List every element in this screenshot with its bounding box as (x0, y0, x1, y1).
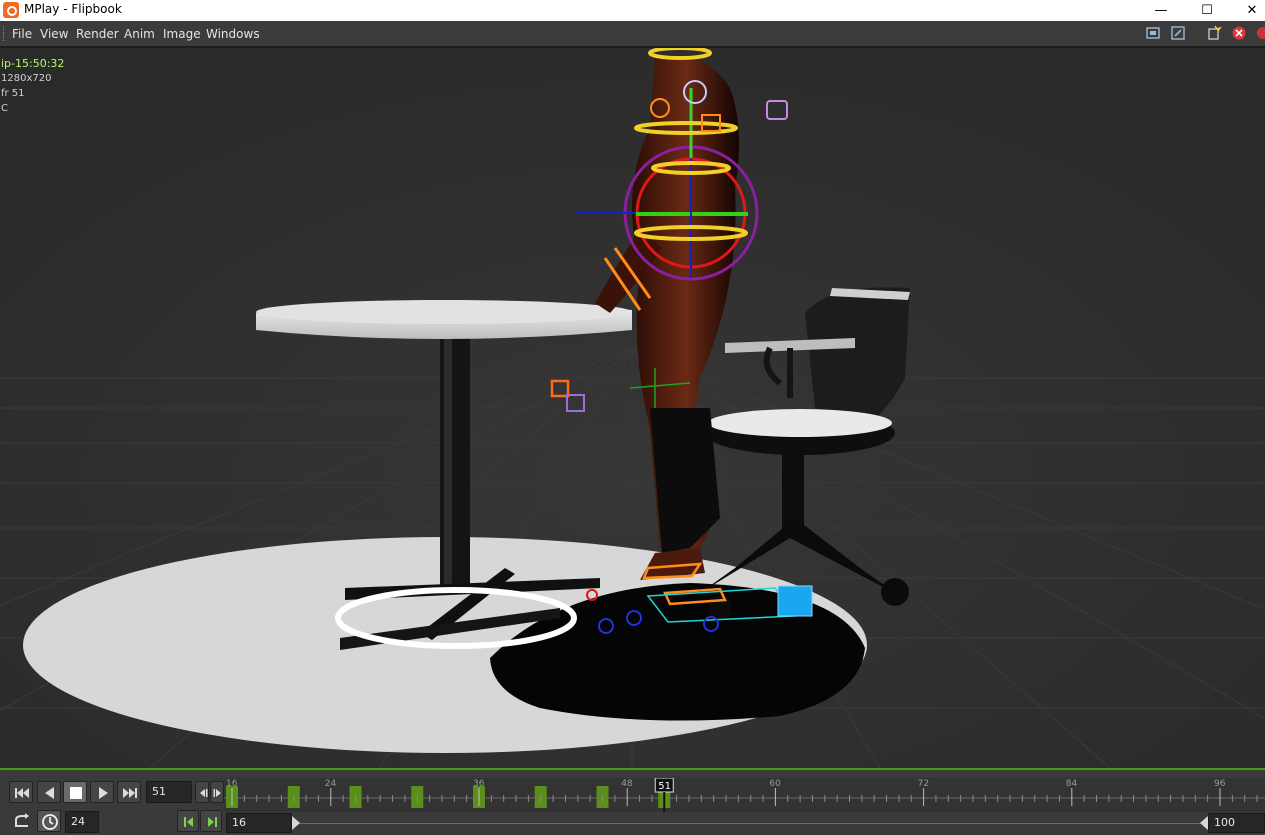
menu-windows[interactable]: Windows (206, 27, 260, 41)
menu-view[interactable]: View (40, 27, 68, 41)
close-button[interactable]: ✕ (1229, 0, 1265, 21)
range-start-handle[interactable] (292, 816, 300, 830)
range-start-field[interactable]: 16 (226, 813, 292, 833)
zoom-fit-icon[interactable] (1145, 25, 1161, 41)
overlay-timestamp: ip-15:50:32 (1, 57, 65, 70)
timeline-tick-label: 48 (621, 779, 633, 789)
menu-render[interactable]: Render (76, 27, 119, 41)
range-end-handle[interactable] (1200, 816, 1208, 830)
set-range-start-button[interactable] (177, 810, 199, 832)
play-forward-button[interactable] (90, 781, 114, 803)
playback-bar: 51 16 24 36 48 60 72 84 96 51 24 16 100 (0, 768, 1265, 835)
houdini-app-icon (3, 2, 19, 18)
range-end-icon (208, 817, 217, 827)
overlay-channel: C (1, 103, 8, 114)
step-forward-icon (213, 789, 221, 797)
toolbar-grip[interactable] (3, 26, 7, 41)
window-title: MPlay - Flipbook (24, 2, 122, 16)
go-to-start-button[interactable] (9, 781, 33, 803)
timeline-tick-label: 96 (1214, 779, 1226, 789)
play-backward-button[interactable] (37, 781, 61, 803)
menu-image[interactable]: Image (163, 27, 201, 41)
timeline-tick-label: 16 (226, 779, 238, 789)
timeline-tick-label: 84 (1066, 779, 1078, 789)
overlay-frame: fr 51 (1, 88, 25, 99)
playhead-frame-label: 51 (658, 781, 671, 792)
set-range-end-button[interactable] (200, 810, 222, 832)
timeline-scrubber[interactable]: 16 24 36 48 60 72 84 96 51 (224, 777, 1265, 812)
stop-render-icon[interactable] (1231, 25, 1247, 41)
current-frame-field[interactable]: 51 (146, 781, 192, 803)
play-reverse-icon (45, 787, 54, 799)
snapshot-icon[interactable] (1206, 25, 1222, 41)
timeline-tick-label: 36 (473, 779, 485, 789)
play-icon (99, 787, 108, 799)
skip-end-icon (123, 788, 137, 798)
skip-start-icon (15, 788, 29, 798)
window-titlebar: MPlay - Flipbook — ☐ ✕ (0, 0, 1265, 21)
fps-field[interactable]: 24 (65, 811, 99, 833)
step-back-button[interactable] (195, 781, 209, 803)
loop-icon (15, 813, 29, 827)
flipbook-viewport[interactable]: ip-15:50:32 1280x720 fr 51 C (0, 48, 1265, 768)
clock-icon (42, 814, 58, 830)
menu-file[interactable]: File (12, 27, 32, 41)
menu-bar: File View Render Anim Image Windows (0, 21, 1265, 48)
stop-icon (70, 787, 82, 799)
timeline-tick-label: 72 (918, 779, 929, 789)
go-to-end-button[interactable] (117, 781, 141, 803)
range-start-icon (184, 817, 193, 827)
loop-mode-button[interactable] (9, 810, 33, 832)
maximize-button[interactable]: ☐ (1184, 0, 1230, 21)
range-end-field[interactable]: 100 (1208, 813, 1265, 833)
stop-button[interactable] (63, 781, 87, 803)
timeline-ruler: 16 24 36 48 60 72 84 96 51 (224, 777, 1265, 812)
menu-anim[interactable]: Anim (124, 27, 155, 41)
step-forward-button[interactable] (210, 781, 224, 803)
timeline-tick-label: 24 (325, 779, 337, 789)
range-slider-track[interactable] (294, 823, 1206, 824)
realtime-toggle-button[interactable] (37, 810, 61, 832)
stop-render-secondary-icon[interactable] (1253, 25, 1265, 41)
rendered-scene (0, 48, 1265, 768)
step-back-icon (200, 789, 208, 797)
display-options-icon[interactable] (1170, 25, 1186, 41)
timeline-tick-label: 60 (769, 779, 781, 789)
minimize-button[interactable]: — (1138, 0, 1184, 21)
overlay-resolution: 1280x720 (1, 73, 52, 84)
